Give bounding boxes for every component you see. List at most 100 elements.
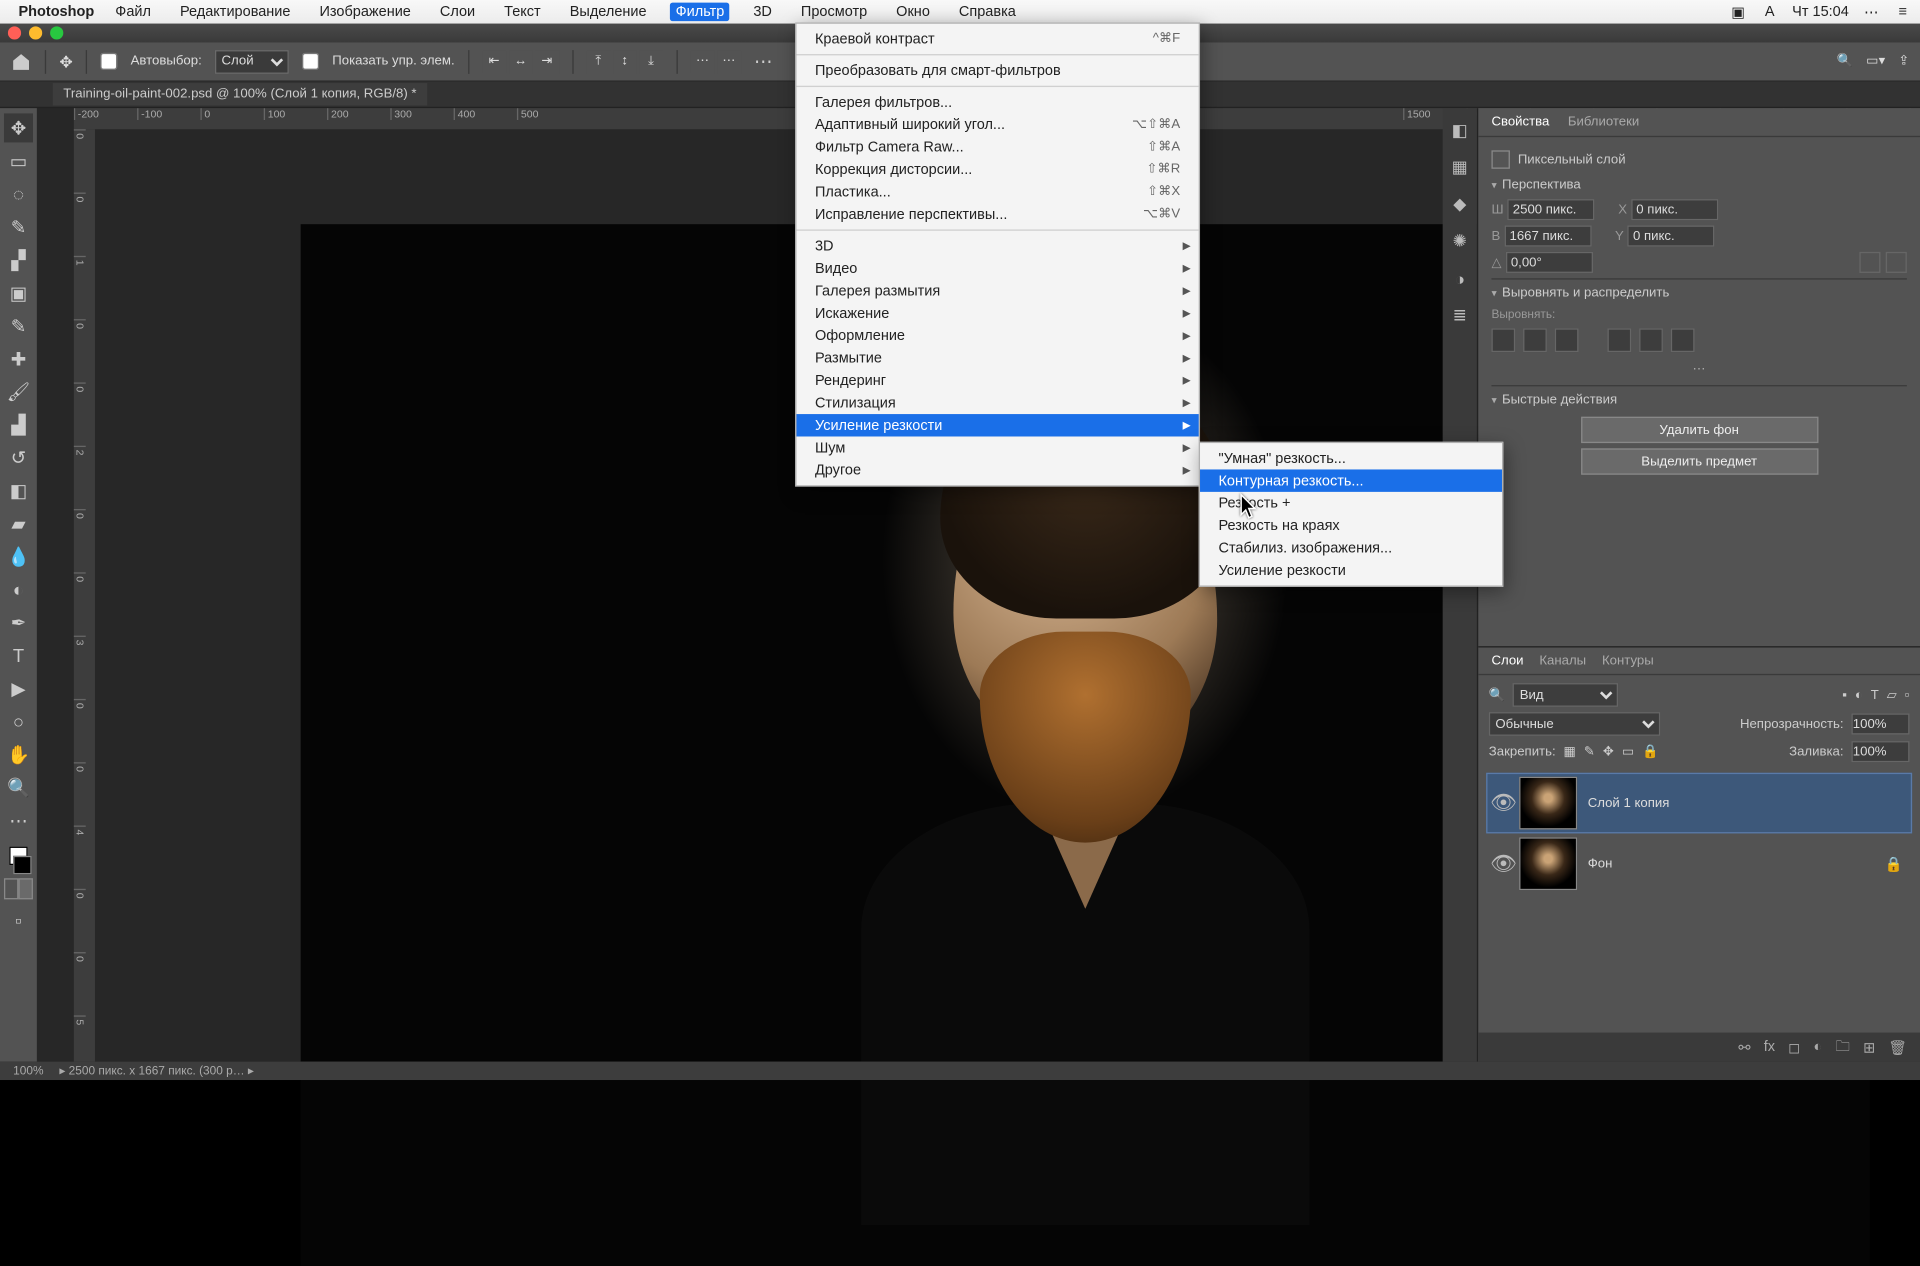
align-more-icon[interactable]: ⋯ bbox=[1491, 357, 1906, 382]
ruler-vertical[interactable]: 001002003004005 bbox=[74, 129, 95, 1061]
delete-layer-icon[interactable]: 🗑 bbox=[1888, 1038, 1906, 1055]
height-field[interactable] bbox=[1504, 225, 1591, 246]
blend-mode-select[interactable]: Обычные bbox=[1489, 712, 1660, 736]
menu-item[interactable]: Пластика...⇧⌘X bbox=[796, 181, 1198, 203]
brush-tool[interactable]: 🖌 bbox=[4, 377, 33, 406]
width-field[interactable] bbox=[1508, 199, 1595, 220]
dodge-tool[interactable]: ◐ bbox=[4, 575, 33, 604]
panel-icon-gradients[interactable]: ◆ bbox=[1448, 193, 1472, 217]
menu-window[interactable]: Окно bbox=[891, 3, 935, 21]
lock-artboard-icon[interactable]: ▭ bbox=[1622, 744, 1634, 759]
menu-view[interactable]: Просмотр bbox=[796, 3, 873, 21]
clone-stamp-tool[interactable]: ▟ bbox=[4, 410, 33, 439]
move-tool[interactable]: ✥ bbox=[4, 113, 33, 142]
layer-thumbnail[interactable] bbox=[1519, 777, 1577, 830]
menu-type[interactable]: Текст bbox=[499, 3, 546, 21]
auto-select-checkbox[interactable] bbox=[100, 53, 117, 70]
menu-help[interactable]: Справка bbox=[954, 3, 1021, 21]
filter-pixel-icon[interactable]: ▪ bbox=[1842, 688, 1847, 703]
layer-group-icon[interactable]: 🗀 bbox=[1835, 1035, 1850, 1060]
align-hcenter-icon[interactable]: ↔ bbox=[509, 49, 533, 73]
pen-tool[interactable]: ✒ bbox=[4, 608, 33, 637]
lasso-tool[interactable]: ◌ bbox=[4, 179, 33, 208]
zoom-level[interactable]: 100% bbox=[13, 1064, 43, 1077]
menu-item[interactable]: Другое bbox=[796, 459, 1198, 481]
adjustment-layer-icon[interactable]: ◐ bbox=[1813, 1039, 1822, 1055]
menu-item[interactable]: Фильтр Camera Raw...⇧⌘A bbox=[796, 136, 1198, 158]
zoom-tool[interactable]: 🔍 bbox=[4, 773, 33, 802]
hand-tool[interactable]: ✋ bbox=[4, 740, 33, 769]
shape-tool[interactable]: ○ bbox=[4, 707, 33, 736]
layer-name[interactable]: Слой 1 копия bbox=[1588, 796, 1670, 811]
auto-select-target[interactable]: Слой bbox=[215, 49, 289, 73]
crop-tool[interactable]: ▞ bbox=[4, 245, 33, 274]
align-left-btn[interactable] bbox=[1491, 328, 1515, 352]
align-vcenter-btn[interactable] bbox=[1639, 328, 1663, 352]
traffic-light-zoom[interactable] bbox=[50, 26, 63, 39]
layer-fx-icon[interactable]: fx bbox=[1764, 1039, 1775, 1055]
blur-tool[interactable]: 💧 bbox=[4, 542, 33, 571]
layer-thumbnail[interactable] bbox=[1519, 837, 1577, 890]
history-brush-tool[interactable]: ↺ bbox=[4, 443, 33, 472]
type-tool[interactable]: T bbox=[4, 641, 33, 670]
layer-mask-icon[interactable]: ◻ bbox=[1788, 1038, 1800, 1055]
gradient-tool[interactable]: ▰ bbox=[4, 509, 33, 538]
eraser-tool[interactable]: ◧ bbox=[4, 476, 33, 505]
menu-select[interactable]: Выделение bbox=[564, 3, 651, 21]
align-bottom-btn[interactable] bbox=[1671, 328, 1695, 352]
menu-item[interactable]: Краевой контраст^⌘F bbox=[796, 28, 1198, 50]
filter-type-icon[interactable]: T bbox=[1871, 688, 1879, 703]
layer-name[interactable]: Фон bbox=[1588, 856, 1613, 871]
menu-layer[interactable]: Слои bbox=[435, 3, 481, 21]
filter-shape-icon[interactable]: ▱ bbox=[1887, 688, 1897, 703]
lock-all-icon[interactable]: 🔒 bbox=[1642, 744, 1658, 759]
select-subject-button[interactable]: Выделить предмет bbox=[1580, 448, 1817, 474]
quick-mask-toggle[interactable] bbox=[4, 878, 33, 902]
y-field[interactable] bbox=[1628, 225, 1715, 246]
panel-icon-color[interactable]: ◧ bbox=[1448, 119, 1472, 143]
app-name[interactable]: Photoshop bbox=[18, 4, 94, 20]
lock-transparency-icon[interactable]: ▦ bbox=[1564, 744, 1576, 759]
menu-item[interactable]: Преобразовать для смарт-фильтров bbox=[796, 59, 1198, 81]
path-select-tool[interactable]: ▶ bbox=[4, 674, 33, 703]
distribute-h-icon[interactable]: ⋯ bbox=[691, 49, 715, 73]
filter-adjust-icon[interactable]: ◐ bbox=[1855, 688, 1863, 703]
menu-item[interactable]: Оформление bbox=[796, 324, 1198, 346]
panel-icon-swatches[interactable]: ▦ bbox=[1448, 156, 1472, 180]
align-left-icon[interactable]: ⇤ bbox=[482, 49, 506, 73]
panel-icon-styles[interactable]: ◑ bbox=[1448, 266, 1472, 290]
tab-libraries[interactable]: Библиотеки bbox=[1568, 115, 1639, 130]
new-layer-icon[interactable]: ⊞ bbox=[1863, 1038, 1875, 1055]
workspace-switcher-icon[interactable]: ▭▾ bbox=[1866, 54, 1885, 69]
visibility-toggle[interactable]: 👁 bbox=[1490, 851, 1508, 877]
more-align-icon[interactable]: ⋯ bbox=[717, 49, 741, 73]
menu-item[interactable]: Адаптивный широкий угол...⌥⇧⌘A bbox=[796, 113, 1198, 135]
remove-bg-button[interactable]: Удалить фон bbox=[1580, 417, 1817, 443]
menu-item[interactable]: Видео bbox=[796, 257, 1198, 279]
traffic-light-close[interactable] bbox=[8, 26, 21, 39]
healing-brush-tool[interactable]: ✚ bbox=[4, 344, 33, 373]
menu-item[interactable]: Шум bbox=[796, 436, 1198, 458]
tab-channels[interactable]: Каналы bbox=[1539, 653, 1586, 668]
layer-kind-filter[interactable]: Вид bbox=[1513, 683, 1618, 707]
x-field[interactable] bbox=[1631, 199, 1718, 220]
lock-icon[interactable]: 🔒 bbox=[1885, 855, 1903, 872]
menu-edit[interactable]: Редактирование bbox=[175, 3, 296, 21]
tab-properties[interactable]: Свойства bbox=[1491, 115, 1549, 130]
search-icon[interactable]: 🔍 bbox=[1837, 54, 1853, 69]
menu-filter[interactable]: Фильтр bbox=[670, 3, 729, 21]
doc-info[interactable]: ▸ 2500 пикс. x 1667 пикс. (300 p… ▸ bbox=[59, 1064, 254, 1079]
traffic-light-minimize[interactable] bbox=[29, 26, 42, 39]
menu-item[interactable]: Рендеринг bbox=[796, 369, 1198, 391]
flip-h-icon[interactable] bbox=[1859, 252, 1880, 273]
menu-item[interactable]: Галерея фильтров... bbox=[796, 91, 1198, 113]
tab-layers[interactable]: Слои bbox=[1491, 653, 1523, 668]
layer-row[interactable]: 👁 Слой 1 копия bbox=[1486, 773, 1912, 834]
eyedropper-tool[interactable]: ✎ bbox=[4, 311, 33, 340]
align-hcenter-btn[interactable] bbox=[1523, 328, 1547, 352]
spotlight-icon[interactable]: ⋯ bbox=[1862, 3, 1880, 21]
menu-item[interactable]: Стилизация bbox=[796, 392, 1198, 414]
menu-file[interactable]: Файл bbox=[110, 3, 156, 21]
share-icon[interactable]: ⇪ bbox=[1898, 54, 1909, 69]
background-color[interactable] bbox=[13, 856, 31, 874]
